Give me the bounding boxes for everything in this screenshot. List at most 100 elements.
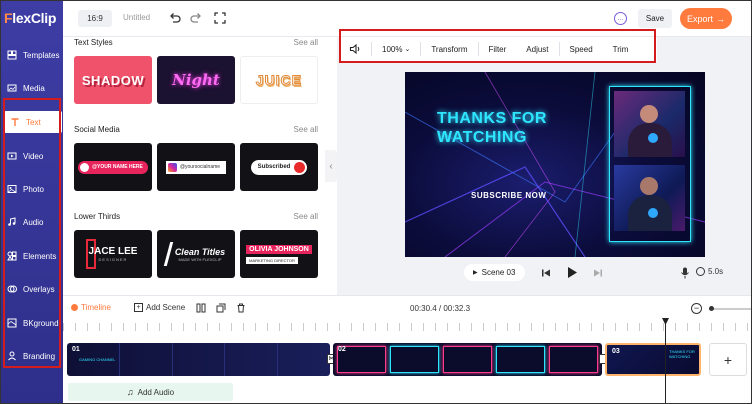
clip-number: 02: [338, 346, 346, 353]
previous-icon[interactable]: [541, 268, 551, 278]
sidebar-item-label: Branding: [23, 351, 56, 361]
export-button[interactable]: Export →: [680, 8, 732, 29]
sidebar-item-elements[interactable]: Elements: [1, 245, 63, 267]
delete-icon[interactable]: [236, 303, 246, 313]
music-note-icon: ♫: [126, 387, 134, 397]
sidebar-item-label: Text: [26, 117, 41, 127]
clip-number: 03: [612, 348, 620, 355]
zoom-slider[interactable]: [709, 306, 751, 311]
person-head: [640, 177, 658, 195]
text-style-juice[interactable]: JUICE: [240, 56, 318, 104]
volume-button[interactable]: [339, 37, 371, 61]
thumb-text: SHADOW: [81, 72, 145, 88]
photo-icon: [7, 185, 17, 193]
sidebar-item-label: Photo: [23, 184, 44, 194]
tiktok-icon: [80, 162, 90, 172]
zoom-value: 100%: [382, 44, 403, 54]
clip-frame: [278, 343, 330, 376]
undo-icon[interactable]: [168, 11, 182, 25]
sidebar-item-photo[interactable]: Photo: [1, 178, 63, 200]
thumb-text: @YOUR NAME HERE: [92, 164, 143, 170]
duration-value: 5.0s: [708, 267, 724, 276]
zoom-slider-handle[interactable]: [709, 306, 714, 311]
lower-third-jace-lee[interactable]: JACE LEE DESIGNER: [74, 230, 152, 278]
project-title[interactable]: Untitled: [123, 13, 150, 22]
speed-button[interactable]: Speed: [560, 37, 603, 61]
section-title-lower-thirds: Lower Thirds: [74, 212, 121, 221]
sidebar-item-video[interactable]: Video: [1, 145, 63, 167]
thumb-text: JUICE: [255, 72, 303, 89]
sidebar-item-branding[interactable]: Branding: [1, 345, 63, 367]
text-style-night[interactable]: Night: [157, 56, 235, 104]
thumb-text: Subscribed: [257, 164, 291, 170]
lower-third-olivia-johnson[interactable]: OLIVIA JOHNSON MARKETING DIRECTOR: [240, 230, 318, 278]
social-subscribed-tag[interactable]: Subscribed: [240, 143, 318, 191]
sidebar-item-bkground[interactable]: BKground: [1, 312, 63, 334]
timeline-clip-2[interactable]: 02: [333, 343, 602, 376]
section-title-text-styles: Text Styles: [74, 38, 113, 47]
sidebar-item-templates[interactable]: Templates: [1, 44, 63, 66]
thumb-subtext: DESIGNER: [98, 257, 128, 262]
time-display: 00:30.4 / 00:32.3: [410, 304, 471, 313]
sidebar-item-label: Video: [23, 151, 44, 161]
playhead[interactable]: [662, 318, 669, 404]
duration-control[interactable]: 5.0s: [696, 267, 723, 276]
person-head: [640, 105, 658, 123]
sidebar-item-overlays[interactable]: Overlays: [1, 278, 63, 300]
clip-number: 01: [72, 346, 80, 353]
background-icon: [7, 318, 17, 328]
add-audio-button[interactable]: ♫ Add Audio: [68, 383, 233, 401]
export-arrow-icon: →: [716, 13, 725, 24]
next-icon[interactable]: [593, 268, 603, 278]
save-button[interactable]: Save: [638, 9, 672, 28]
sidebar-item-media[interactable]: Media: [1, 77, 63, 99]
see-all-text-styles[interactable]: See all: [294, 38, 318, 47]
timeline-clip-1[interactable]: 01 GAMING CHANNEL: [67, 343, 330, 376]
scene-label: Scene 03: [481, 268, 516, 277]
social-instagram-tag[interactable]: @yoursocialname: [157, 143, 235, 191]
thumb-text: JACE LEE: [88, 246, 138, 257]
sidebar-item-label: Elements: [23, 251, 57, 261]
photo-frame: [609, 86, 691, 242]
sidebar-item-label: Templates: [23, 50, 60, 60]
play-icon[interactable]: [566, 266, 578, 279]
filter-button[interactable]: Filter: [479, 37, 517, 61]
sidebar-item-audio[interactable]: Audio: [1, 211, 63, 233]
playback-bar: ▶ Scene 03 5.0s: [337, 261, 751, 285]
zoom-select[interactable]: 100% ⌄: [372, 37, 420, 61]
fullscreen-icon[interactable]: [213, 11, 227, 25]
clip-frame: [225, 343, 279, 376]
collapse-panel-button[interactable]: ‹: [325, 150, 337, 182]
timeline-toggle[interactable]: Timeline: [71, 303, 111, 312]
aspect-ratio-button[interactable]: 16:9: [78, 10, 112, 27]
top-bar: 16:9 Untitled … Save Export →: [63, 1, 751, 37]
text-style-shadow[interactable]: SHADOW: [74, 56, 152, 104]
microphone-icon[interactable]: [680, 267, 690, 279]
add-scene-button[interactable]: + Add Scene: [134, 303, 185, 312]
adjust-button[interactable]: Adjust: [516, 37, 558, 61]
zoom-out-icon[interactable]: −: [691, 303, 702, 314]
redo-icon[interactable]: [189, 11, 203, 25]
chat-icon[interactable]: …: [614, 12, 627, 25]
elements-icon: [7, 251, 17, 261]
headline-line-1: THANKS FOR: [437, 110, 547, 127]
trim-button[interactable]: Trim: [603, 37, 639, 61]
thumb-text: Night: [172, 71, 220, 89]
gamer-photo-top: [614, 91, 685, 157]
sidebar-item-text[interactable]: Text: [4, 111, 62, 133]
clip-frame: [390, 346, 439, 373]
duplicate-icon[interactable]: [216, 303, 226, 313]
timeline-clip-3[interactable]: 03 THANKS FOR WATCHING: [605, 343, 701, 376]
social-tiktok-tag[interactable]: @YOUR NAME HERE: [74, 143, 152, 191]
add-audio-label: Add Audio: [137, 387, 175, 397]
add-clip-button[interactable]: +: [709, 343, 747, 376]
video-canvas[interactable]: THANKS FOR WATCHING SUBSCRIBE NOW: [405, 72, 705, 257]
split-icon[interactable]: [196, 303, 206, 313]
transform-button[interactable]: Transform: [421, 37, 477, 61]
flexclip-logo[interactable]: FlexClip: [4, 10, 56, 26]
edit-toolbar: 100% ⌄ Transform Filter Adjust Speed Trim: [339, 37, 657, 61]
scene-selector[interactable]: ▶ Scene 03: [464, 264, 525, 281]
lower-third-clean-titles[interactable]: Clean Titles MADE WITH FLEXCLIP: [157, 230, 235, 278]
see-all-lower-thirds[interactable]: See all: [294, 212, 318, 221]
see-all-social-media[interactable]: See all: [294, 125, 318, 134]
